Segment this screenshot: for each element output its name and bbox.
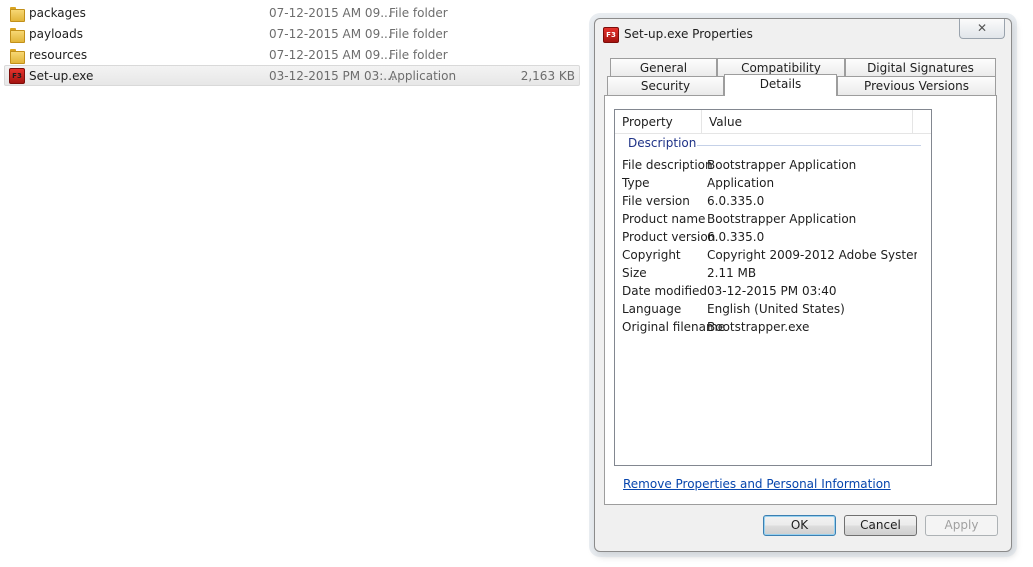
cancel-button[interactable]: Cancel [844,515,917,536]
file-name: payloads [29,27,83,41]
property-name: Size [622,266,647,280]
application-icon: F3 [9,68,25,84]
file-row-packages[interactable]: packages 07-12-2015 AM 09... File folder [4,2,580,23]
property-value: Bootstrapper.exe [707,320,810,334]
property-value: Bootstrapper Application [707,212,857,226]
property-name: File description [622,158,713,172]
property-value: 6.0.335.0 [707,230,765,244]
tab-security[interactable]: Security [607,76,724,95]
close-icon: ✕ [976,21,988,35]
remove-properties-link[interactable]: Remove Properties and Personal Informati… [623,477,891,491]
tab-previous-versions[interactable]: Previous Versions [837,76,996,95]
property-value: Bootstrapper Application [707,158,857,172]
column-header-value[interactable]: Value [702,110,913,134]
title-bar[interactable]: F3 Set-up.exe Properties ✕ [595,19,1011,49]
property-value: 6.0.335.0 [707,194,765,208]
property-name: File version [622,194,690,208]
property-name: Copyright [622,248,681,262]
folder-icon [9,47,25,64]
file-name: Set-up.exe [29,69,94,83]
application-icon: F3 [603,27,619,43]
group-header-description[interactable]: Description [628,136,696,150]
property-value: Application [707,176,775,190]
folder-icon [9,5,25,22]
file-name: resources [29,48,88,62]
property-name: Product version [622,230,716,244]
property-value: 03-12-2015 PM 03:40 [707,284,837,298]
file-date: 07-12-2015 AM 09... [269,48,392,62]
details-list[interactable]: Property Value Description File descript… [614,109,932,466]
file-date: 07-12-2015 AM 09... [269,27,392,41]
tab-details[interactable]: Details [724,74,837,96]
file-date: 03-12-2015 PM 03:... [269,69,395,83]
tab-general[interactable]: General [610,58,717,77]
property-name: Date modified [622,284,708,298]
property-value: English (United States) [707,302,845,316]
tab-digital-signatures[interactable]: Digital Signatures [845,58,996,77]
file-type: Application [389,69,457,83]
file-type: File folder [389,48,448,62]
property-name: Type [622,176,650,190]
column-header-property[interactable]: Property [615,110,702,134]
file-row-payloads[interactable]: payloads 07-12-2015 AM 09... File folder [4,23,580,44]
property-name: Language [622,302,682,316]
property-value: Copyright 2009-2012 Adobe Systems In... [707,248,917,262]
file-row-setup-exe[interactable]: F3 Set-up.exe 03-12-2015 PM 03:... Appli… [4,65,580,86]
property-value: 2.11 MB [707,266,757,280]
folder-icon [9,26,25,43]
list-header: Property Value [615,110,931,134]
file-size: 2,163 KB [520,69,575,83]
dialog-title: Set-up.exe Properties [624,27,753,41]
file-type: File folder [389,27,448,41]
file-list: packages 07-12-2015 AM 09... File folder… [4,2,580,86]
file-name: packages [29,6,86,20]
apply-button[interactable]: Apply [925,515,998,536]
property-name: Product name [622,212,706,226]
file-type: File folder [389,6,448,20]
file-row-resources[interactable]: resources 07-12-2015 AM 09... File folde… [4,44,580,65]
properties-dialog: F3 Set-up.exe Properties ✕ General Compa… [594,18,1012,552]
file-date: 07-12-2015 AM 09... [269,6,392,20]
group-divider [697,145,921,146]
ok-button[interactable]: OK [763,515,836,536]
close-button[interactable]: ✕ [959,19,1005,39]
